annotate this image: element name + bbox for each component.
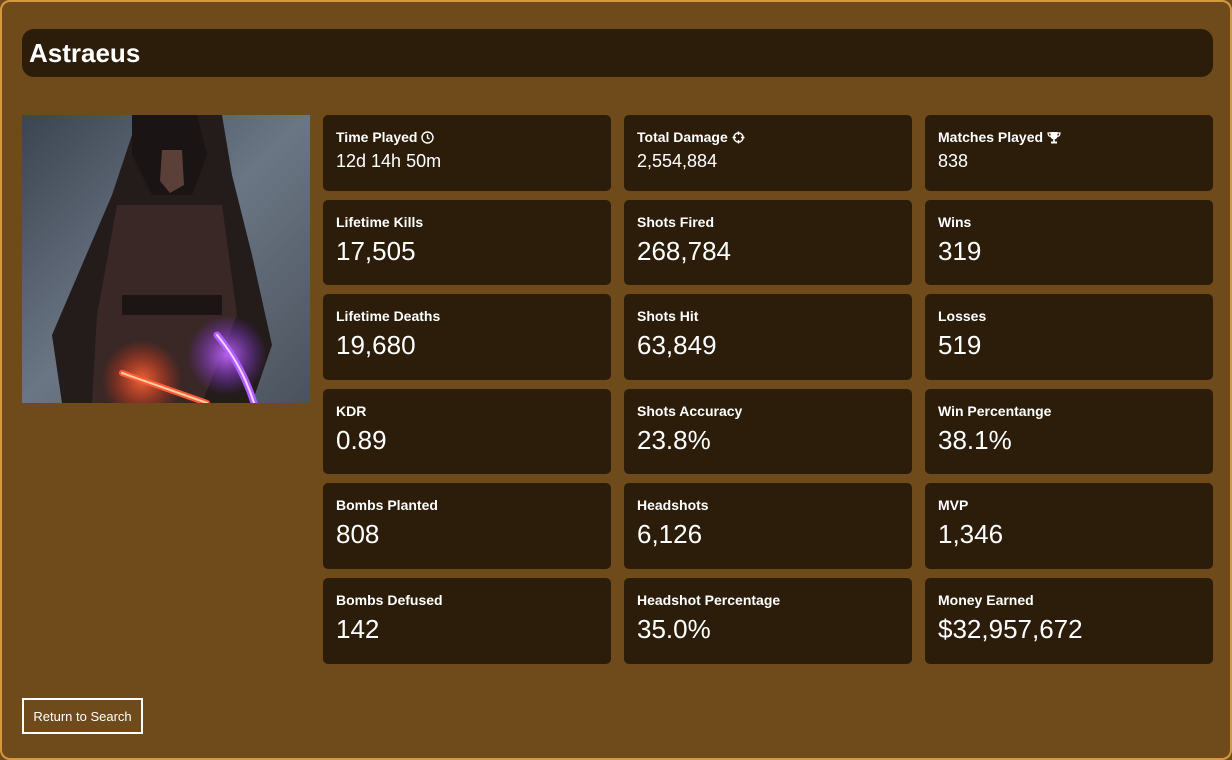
stat-card-shots-fired: Shots Fired 268,784 (624, 200, 912, 285)
trophy-icon (1047, 131, 1061, 143)
stat-label: Matches Played (938, 129, 1200, 145)
stat-value: 838 (938, 151, 969, 171)
player-name: Astraeus (29, 37, 141, 68)
stats-grid: Time Played 12d 14h 50m Total Damage 2,5… (323, 115, 1213, 664)
stat-value: 12d 14h 50m (336, 151, 442, 171)
stat-card-total-damage: Total Damage 2,554,884 (624, 115, 912, 191)
player-avatar (22, 115, 310, 403)
stat-value: 1,346 (938, 519, 1004, 549)
stat-label: KDR (336, 403, 367, 419)
stat-label: Losses (938, 308, 987, 324)
stat-label: Total Damage (637, 129, 899, 145)
stat-card-bombs-defused: Bombs Defused 142 (323, 578, 611, 664)
stat-card-money-earned: Money Earned $32,957,672 (925, 578, 1213, 664)
stat-card-shots-hit: Shots Hit 63,849 (624, 294, 912, 380)
stat-label: Shots Fired (637, 214, 715, 230)
crosshair-icon (732, 131, 745, 143)
stat-value: 63,849 (637, 330, 717, 360)
stat-card-win-percentage: Win Percentange 38.1% (925, 389, 1213, 474)
stat-value: 808 (336, 519, 380, 549)
stat-card-wins: Wins 319 (925, 200, 1213, 285)
stat-value: 268,784 (637, 236, 731, 266)
stat-label: Lifetime Deaths (336, 308, 441, 324)
stat-value: $32,957,672 (938, 614, 1083, 644)
stat-label: Headshot Percentage (637, 592, 781, 608)
stat-value: 2,554,884 (637, 151, 718, 171)
stat-card-bombs-planted: Bombs Planted 808 (323, 483, 611, 569)
stat-card-kdr: KDR 0.89 (323, 389, 611, 474)
stat-label: Shots Hit (637, 308, 699, 324)
stat-card-matches-played: Matches Played 838 (925, 115, 1213, 191)
stat-card-headshot-percentage: Headshot Percentage 35.0% (624, 578, 912, 664)
stat-label: Win Percentange (938, 403, 1052, 419)
stat-label: Bombs Planted (336, 497, 438, 513)
stat-value: 38.1% (938, 425, 1012, 455)
stat-label: Bombs Defused (336, 592, 443, 608)
stat-label: Shots Accuracy (637, 403, 743, 419)
stat-value: 19,680 (336, 330, 416, 360)
stat-card-headshots: Headshots 6,126 (624, 483, 912, 569)
stat-label: Money Earned (938, 592, 1034, 608)
stat-value: 35.0% (637, 614, 711, 644)
stat-label: Time Played (336, 129, 598, 145)
stat-label: MVP (938, 497, 969, 513)
stat-value: 6,126 (637, 519, 703, 549)
return-to-search-button[interactable]: Return to Search (22, 698, 143, 734)
stat-card-shots-accuracy: Shots Accuracy 23.8% (624, 389, 912, 474)
stat-label: Headshots (637, 497, 709, 513)
stat-label: Lifetime Kills (336, 214, 424, 230)
stat-card-losses: Losses 519 (925, 294, 1213, 380)
stat-value: 142 (336, 614, 380, 644)
player-header: Astraeus (22, 29, 1213, 77)
stat-card-lifetime-kills: Lifetime Kills 17,505 (323, 200, 611, 285)
stat-value: 23.8% (637, 425, 711, 455)
stat-value: 519 (938, 330, 982, 360)
stat-card-time-played: Time Played 12d 14h 50m (323, 115, 611, 191)
stat-value: 319 (938, 236, 982, 266)
stat-value: 0.89 (336, 425, 387, 455)
clock-icon (421, 130, 435, 144)
page-frame: Astraeus Time Played 12d 14h 50m Total D… (0, 0, 1232, 760)
stat-label: Wins (938, 214, 972, 230)
stat-value: 17,505 (336, 236, 416, 266)
stat-card-lifetime-deaths: Lifetime Deaths 19,680 (323, 294, 611, 380)
stat-card-mvp: MVP 1,346 (925, 483, 1213, 569)
